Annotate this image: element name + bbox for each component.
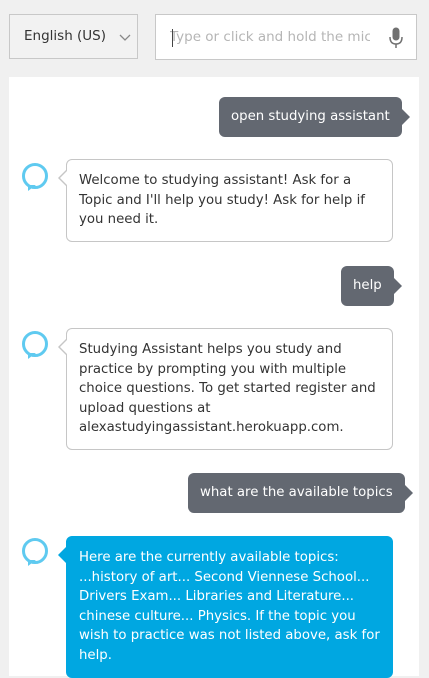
assistant-message-text: Welcome to studying assistant! Ask for a… — [79, 173, 365, 228]
assistant-message-bubble: Studying Assistant helps you study and p… — [58, 328, 393, 450]
assistant-message-bubble-latest: Here are the currently available topics:… — [58, 536, 393, 678]
user-message-text: what are the available topics — [200, 485, 393, 500]
user-message-bubble: open studying assistant — [219, 97, 410, 137]
user-message-bubble: help — [341, 266, 402, 306]
user-message-text: help — [353, 278, 382, 293]
chat-history[interactable]: open studying assistant Welcome to study… — [9, 77, 419, 678]
alexa-ring-icon — [22, 163, 48, 189]
language-select-value: English (US) — [24, 28, 107, 44]
utterance-input-box[interactable] — [155, 14, 417, 60]
user-message-text: open studying assistant — [231, 109, 390, 124]
assistant-message-text: Here are the currently available topics:… — [79, 550, 380, 663]
text-caret — [172, 29, 173, 47]
utterance-input[interactable] — [170, 26, 370, 48]
chevron-down-icon — [119, 34, 131, 41]
microphone-icon[interactable] — [389, 27, 403, 49]
language-select[interactable]: English (US) — [9, 14, 138, 59]
assistant-message-bubble: Welcome to studying assistant! Ask for a… — [58, 159, 393, 242]
assistant-message-text: Studying Assistant helps you study and p… — [79, 342, 376, 436]
alexa-ring-icon — [22, 331, 48, 357]
alexa-ring-icon — [22, 538, 48, 564]
user-message-bubble: what are the available topics — [188, 473, 413, 513]
